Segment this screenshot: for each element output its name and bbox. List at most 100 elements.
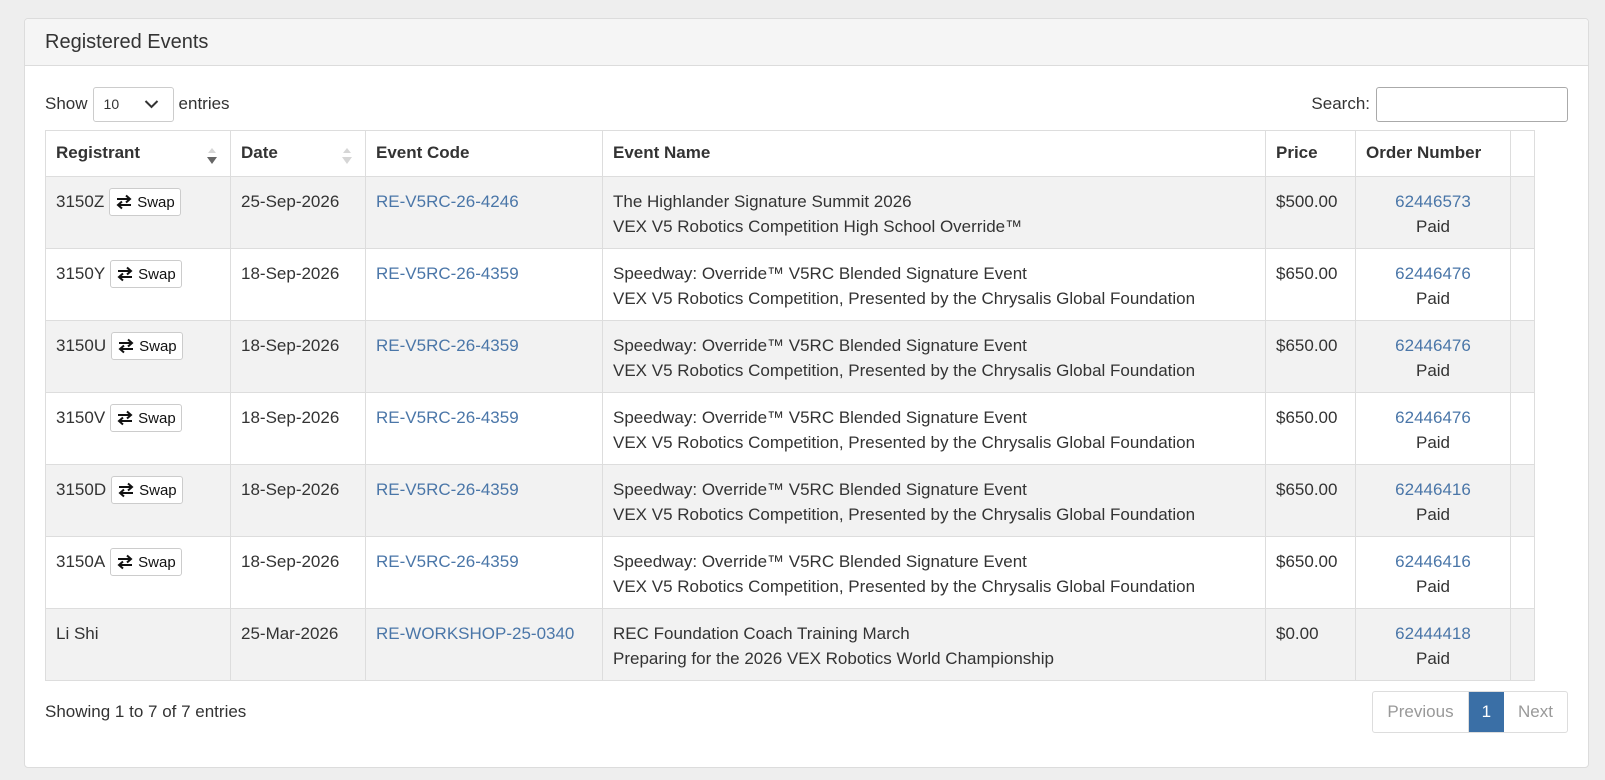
entries-length-control: Show 10 entries xyxy=(45,86,230,122)
date-cell: 25-Sep-2026 xyxy=(230,176,366,249)
event-program: VEX V5 Robotics Competition, Presented b… xyxy=(613,577,1196,596)
entries-select-value: 10 xyxy=(103,96,120,112)
table-row: 3150Y Swap 18-Sep-2026 RE-V5RC-26-4359 Speed… xyxy=(45,248,1535,321)
event-code-link[interactable]: RE-V5RC-26-4359 xyxy=(376,480,519,499)
column-header-registrant-label: Registrant xyxy=(56,143,141,162)
order-number-link[interactable]: 62446416 xyxy=(1395,552,1471,571)
date-cell: 25-Mar-2026 xyxy=(230,608,366,681)
empty-cell xyxy=(1510,176,1535,249)
column-header-event-code[interactable]: Event Code xyxy=(365,130,603,177)
column-header-order-number[interactable]: Order Number xyxy=(1355,130,1511,177)
registrant-name: 3150Y xyxy=(56,264,106,283)
page-1-button[interactable]: 1 xyxy=(1468,692,1505,732)
order-cell: 62446416 Paid xyxy=(1355,464,1511,537)
empty-cell xyxy=(1510,536,1535,609)
order-cell: 62446476 Paid xyxy=(1355,392,1511,465)
registered-events-panel: Registered Events Show 10 entries Search… xyxy=(24,18,1589,768)
previous-page-button[interactable]: Previous xyxy=(1373,692,1469,732)
registrant-name: 3150D xyxy=(56,480,107,499)
show-label: Show xyxy=(45,94,88,113)
search-label: Search: xyxy=(1311,94,1370,113)
payment-status: Paid xyxy=(1415,649,1451,668)
registrant-name: Li Shi xyxy=(56,624,99,643)
search-input[interactable] xyxy=(1376,86,1568,122)
swap-button[interactable]: Swap xyxy=(110,260,182,288)
table-row: 3150U Swap 18-Sep-2026 RE-V5RC-26-4359 Speed… xyxy=(45,320,1535,393)
swap-icon xyxy=(116,194,132,210)
registrant-name: 3150Z xyxy=(56,192,105,211)
event-code-link[interactable]: RE-WORKSHOP-25-0340 xyxy=(376,624,574,643)
swap-button[interactable]: Swap xyxy=(110,404,182,432)
event-name-cell: Speedway: Override™ V5RC Blended Signatu… xyxy=(602,248,1266,321)
price-cell: $650.00 xyxy=(1265,464,1356,537)
event-code-link[interactable]: RE-V5RC-26-4359 xyxy=(376,336,519,355)
order-cell: 62446476 Paid xyxy=(1355,248,1511,321)
event-name-cell: REC Foundation Coach Training March Prepa… xyxy=(602,608,1266,681)
price-cell: $500.00 xyxy=(1265,176,1356,249)
event-program: Preparing for the 2026 VEX Robotics Worl… xyxy=(613,649,1054,668)
swap-label: Swap xyxy=(138,265,176,283)
registrant-name: 3150A xyxy=(56,552,106,571)
event-code-link[interactable]: RE-V5RC-26-4246 xyxy=(376,192,519,211)
table-row: 3150A Swap 18-Sep-2026 RE-V5RC-26-4359 Speed… xyxy=(45,536,1535,609)
column-header-price[interactable]: Price xyxy=(1265,130,1356,177)
order-number-link[interactable]: 62446476 xyxy=(1395,408,1471,427)
event-code-cell: RE-V5RC-26-4246 xyxy=(365,176,603,249)
order-cell: 62444418 Paid xyxy=(1355,608,1511,681)
swap-label: Swap xyxy=(139,337,177,355)
entries-select[interactable]: 10 xyxy=(92,86,174,122)
registrant-name: 3150U xyxy=(56,336,107,355)
event-program: VEX V5 Robotics Competition, Presented b… xyxy=(613,361,1196,380)
price-cell: $0.00 xyxy=(1265,608,1356,681)
price-cell: $650.00 xyxy=(1265,320,1356,393)
registrant-cell: 3150D Swap xyxy=(45,464,231,537)
registrant-cell: 3150Z Swap xyxy=(45,176,231,249)
registrant-cell: 3150Y Swap xyxy=(45,248,231,321)
event-name: The Highlander Signature Summit 2026 xyxy=(613,192,912,211)
event-program: VEX V5 Robotics Competition, Presented b… xyxy=(613,505,1196,524)
column-header-event-name[interactable]: Event Name xyxy=(602,130,1266,177)
payment-status: Paid xyxy=(1415,289,1451,308)
swap-button[interactable]: Swap xyxy=(111,476,183,504)
event-program: VEX V5 Robotics Competition High School … xyxy=(613,217,1023,236)
swap-button[interactable]: Swap xyxy=(111,332,183,360)
date-cell: 18-Sep-2026 xyxy=(230,536,366,609)
pagination: Previous 1 Next xyxy=(1372,691,1568,733)
price-cell: $650.00 xyxy=(1265,392,1356,465)
table-row: 3150V Swap 18-Sep-2026 RE-V5RC-26-4359 Speed… xyxy=(45,392,1535,465)
order-cell: 62446573 Paid xyxy=(1355,176,1511,249)
swap-button[interactable]: Swap xyxy=(109,188,181,216)
event-name-cell: Speedway: Override™ V5RC Blended Signatu… xyxy=(602,536,1266,609)
next-page-button[interactable]: Next xyxy=(1504,692,1567,732)
swap-icon xyxy=(118,338,134,354)
event-code-link[interactable]: RE-V5RC-26-4359 xyxy=(376,264,519,283)
table-row: 3150Z Swap 25-Sep-2026 RE-V5RC-26-4246 The H… xyxy=(45,176,1535,249)
price-cell: $650.00 xyxy=(1265,248,1356,321)
event-code-cell: RE-V5RC-26-4359 xyxy=(365,464,603,537)
swap-button[interactable]: Swap xyxy=(110,548,182,576)
event-name-cell: Speedway: Override™ V5RC Blended Signatu… xyxy=(602,392,1266,465)
registrant-cell: 3150U Swap xyxy=(45,320,231,393)
empty-cell xyxy=(1510,248,1535,321)
date-cell: 18-Sep-2026 xyxy=(230,392,366,465)
empty-cell xyxy=(1510,392,1535,465)
swap-label: Swap xyxy=(137,193,175,211)
event-code-link[interactable]: RE-V5RC-26-4359 xyxy=(376,408,519,427)
event-name: Speedway: Override™ V5RC Blended Signatu… xyxy=(613,408,1027,427)
registered-events-table: Registrant Date Event Code Event Name Pr… xyxy=(45,130,1535,681)
event-name-cell: Speedway: Override™ V5RC Blended Signatu… xyxy=(602,320,1266,393)
table-row: 3150D Swap 18-Sep-2026 RE-V5RC-26-4359 Speed… xyxy=(45,464,1535,537)
table-info: Showing 1 to 7 of 7 entries xyxy=(45,702,247,721)
order-number-link[interactable]: 62446416 xyxy=(1395,480,1471,499)
column-header-date[interactable]: Date xyxy=(230,130,366,177)
swap-label: Swap xyxy=(138,553,176,571)
order-number-link[interactable]: 62446476 xyxy=(1395,264,1471,283)
event-name: Speedway: Override™ V5RC Blended Signatu… xyxy=(613,552,1027,571)
order-number-link[interactable]: 62446573 xyxy=(1395,192,1471,211)
event-code-link[interactable]: RE-V5RC-26-4359 xyxy=(376,552,519,571)
order-number-link[interactable]: 62446476 xyxy=(1395,336,1471,355)
column-header-registrant[interactable]: Registrant xyxy=(45,130,231,177)
registrant-cell: Li Shi xyxy=(45,608,231,681)
order-number-link[interactable]: 62444418 xyxy=(1395,624,1471,643)
swap-icon xyxy=(117,266,133,282)
